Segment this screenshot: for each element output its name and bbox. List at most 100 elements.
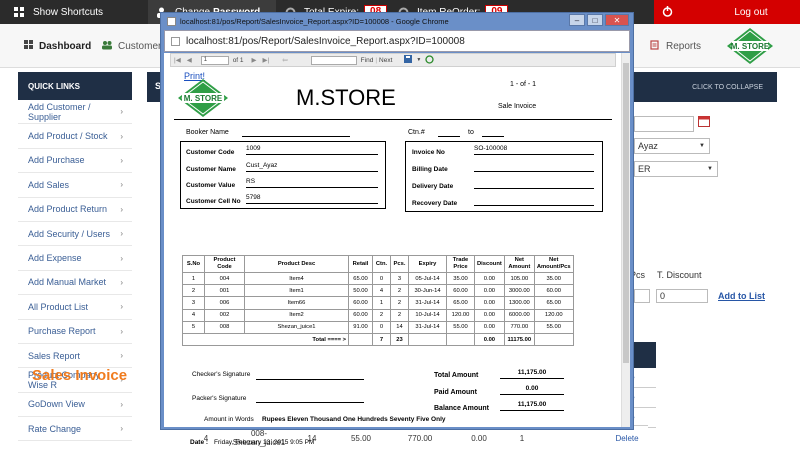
next-button[interactable]: Next (379, 57, 392, 64)
quick-link-sales-report[interactable]: Sales Report › (18, 344, 132, 369)
export-icon[interactable] (404, 55, 414, 65)
table-cell: 1 (182, 271, 205, 286)
quick-link-label: Add Manual Market (28, 277, 107, 288)
quick-link-add-customer[interactable]: Add Customer / Supplier › (18, 100, 132, 125)
logout-button[interactable]: Log out (654, 0, 800, 24)
address-bar[interactable]: localhost:81/pos/Report/SalesInvoice_Rep… (164, 30, 630, 52)
chevron-down-icon[interactable]: ▼ (416, 57, 421, 63)
table-cell: 2 (372, 308, 391, 322)
find-button[interactable]: Find (361, 57, 374, 64)
column-header: Pcs. (390, 255, 409, 273)
back-icon[interactable]: ⇦ (282, 56, 287, 64)
popup-scrollbar[interactable] (621, 53, 630, 427)
column-header: Net Amount (503, 255, 535, 273)
chevron-right-icon: › (120, 229, 123, 239)
column-header: Discount (474, 255, 505, 273)
quick-link-add-security[interactable]: Add Security / Users › (18, 222, 132, 247)
table-cell: 002 (204, 308, 245, 322)
svg-text:M. STORE: M. STORE (184, 94, 223, 103)
collapse-link[interactable]: CLICK TO COLLAPSE (692, 72, 763, 102)
column-header: Retail (348, 255, 373, 273)
amount-in-words-value: Rupees Eleven Thousand One Hundreds Seve… (262, 416, 446, 423)
quick-link-add-expense[interactable]: Add Expense › (18, 246, 132, 271)
total-cell: 23 (390, 332, 409, 347)
table-header-row: S.No Product Code Product Desc Retail Ct… (182, 255, 574, 273)
minimize-button[interactable]: – (569, 14, 585, 26)
quick-link-rate-change[interactable]: Rate Change › (18, 417, 132, 442)
nav-dashboard[interactable]: Dashboard (24, 24, 91, 68)
report-toolbar: |◀ ◀ 1 of 1 ▶ ▶| ⇦ Find | Next ▼ (170, 53, 616, 67)
invoice-no-value: SO-100008 (474, 145, 594, 155)
calendar-icon[interactable] (698, 115, 710, 129)
dashboard-icon (24, 40, 33, 52)
quick-link-godown-view[interactable]: GoDown View › (18, 393, 132, 418)
quick-link-label: All Product List (28, 301, 89, 312)
page-icon (167, 17, 176, 26)
show-shortcuts-button[interactable]: Show Shortcuts (14, 0, 139, 24)
chevron-down-icon: ▼ (699, 143, 705, 149)
maximize-button[interactable]: □ (587, 14, 603, 26)
invoice-no-label: Invoice No (412, 149, 445, 156)
table-cell: 0.00 (474, 296, 505, 310)
page-number-input[interactable]: 1 (200, 55, 229, 65)
popup-title: localhost:81/pos/Report/SalesInvoice_Rep… (180, 17, 449, 26)
checker-signature-label: Checker's Signature (192, 371, 251, 378)
close-button[interactable]: ✕ (605, 14, 629, 26)
quick-link-label: Purchase Report (28, 326, 96, 337)
column-header: Product Desc (244, 255, 349, 273)
store-logo[interactable]: M. STORE (726, 27, 774, 65)
table-cell: 2 (390, 308, 409, 322)
quick-link-purchase-report[interactable]: Purchase Report › (18, 320, 132, 344)
customer-select[interactable]: Ayaz ▼ (634, 138, 710, 154)
customer-name-value: Cust_Ayaz (246, 162, 378, 172)
nav-reports[interactable]: Reports (650, 24, 701, 68)
invoice-document: Print! M. STORE M.STORE 1 - of - 1 Sale … (170, 67, 616, 446)
column-header: Net Amount/Pcs (533, 255, 574, 273)
quick-link-add-product-return[interactable]: Add Product Return › (18, 198, 132, 222)
column-header: Expiry (408, 255, 447, 273)
scrollbar-thumb[interactable] (623, 63, 629, 363)
total-cell (533, 332, 574, 347)
table-cell: Item4 (244, 271, 349, 286)
type-select-value: ER (638, 164, 651, 174)
nav-customers[interactable]: Customers (101, 24, 166, 68)
table-cell: 5 (182, 320, 205, 334)
chevron-right-icon: › (120, 155, 123, 165)
type-select[interactable]: ER ▼ (634, 161, 718, 177)
table-cell: 004 (204, 271, 245, 286)
chevron-right-icon: › (120, 399, 123, 409)
table-row: 2 001 Item1 50.00 4 2 30-Jun-14 60.00 0.00 3000.0… (182, 284, 574, 298)
pcs-input[interactable] (634, 289, 650, 303)
total-cell: 0.00 (474, 332, 505, 347)
quick-link-add-product[interactable]: Add Product / Stock › (18, 124, 132, 149)
quick-link-all-product-list[interactable]: All Product List › (18, 295, 132, 320)
table-cell: 120.00 (533, 308, 574, 322)
quick-link-add-purchase[interactable]: Add Purchase › (18, 149, 132, 174)
table-cell: 31-Jul-14 (408, 296, 447, 310)
quick-link-add-manual-market[interactable]: Add Manual Market › (18, 271, 132, 296)
next-page-icon[interactable]: ▶ (252, 56, 257, 64)
chevron-right-icon: › (120, 351, 123, 361)
chevron-right-icon: › (120, 277, 123, 287)
refresh-icon[interactable] (425, 54, 435, 66)
quick-link-label: Rate Change (28, 423, 82, 434)
table-cell: 3 (390, 271, 409, 286)
date-input[interactable] (634, 116, 694, 132)
last-page-icon[interactable]: ▶| (263, 56, 270, 64)
amount-in-words-label: Amount in Words (204, 416, 254, 423)
table-cell: 60.00 (446, 284, 475, 298)
popup-titlebar[interactable]: localhost:81/pos/Report/SalesInvoice_Rep… (161, 13, 633, 30)
prev-page-icon[interactable]: ◀ (187, 56, 192, 64)
delivery-date-value (474, 179, 594, 189)
add-to-list-button[interactable]: Add to List (718, 291, 765, 301)
quick-link-add-sales[interactable]: Add Sales › (18, 173, 132, 198)
recovery-date-label: Recovery Date (412, 200, 458, 207)
column-header: Ctn. (372, 255, 391, 273)
chevron-down-icon: ▼ (707, 166, 713, 172)
table-cell: 55.00 (533, 320, 574, 334)
find-input[interactable] (310, 55, 357, 65)
total-cell (446, 332, 475, 347)
discount-input[interactable]: 0 (656, 289, 708, 303)
table-cell: 35.00 (446, 271, 475, 286)
first-page-icon[interactable]: |◀ (174, 56, 181, 64)
